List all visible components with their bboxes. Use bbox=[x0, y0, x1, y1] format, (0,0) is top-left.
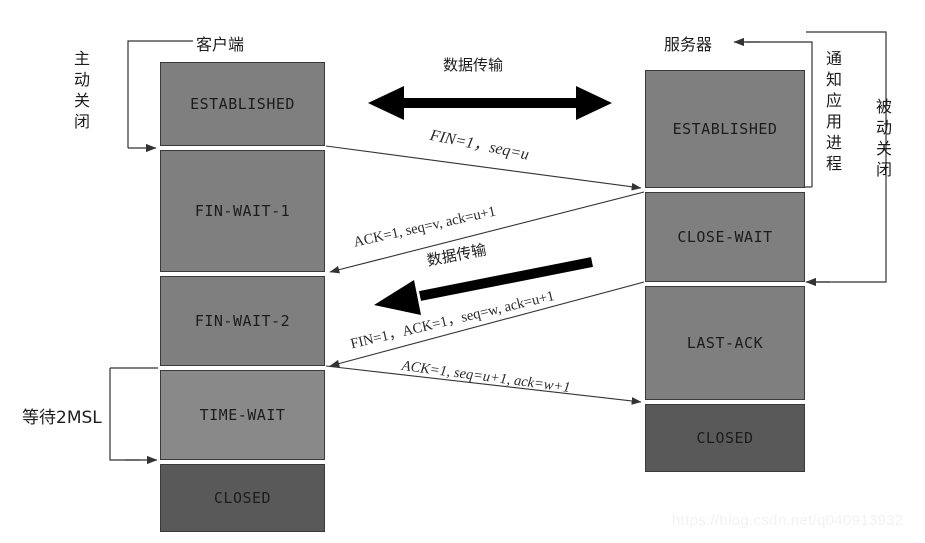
wait-2msl-bracket bbox=[109, 367, 158, 465]
state-box-client-time-wait[interactable]: TIME-WAIT bbox=[160, 370, 325, 460]
state-box-client-closed[interactable]: CLOSED bbox=[160, 464, 325, 532]
wait-2msl-label: 等待2MSL bbox=[22, 408, 102, 428]
client-title: 客户端 bbox=[196, 35, 245, 54]
watermark: https://blog.csdn.net/q040913932 bbox=[672, 512, 904, 529]
tcp-close-diagram: ESTABLISHED FIN-WAIT-1 FIN-WAIT-2 TIME-W… bbox=[0, 0, 925, 543]
active-close-label: 主动关闭 bbox=[73, 49, 90, 131]
state-label: CLOSE-WAIT bbox=[677, 228, 773, 246]
state-label: LAST-ACK bbox=[686, 334, 764, 352]
state-box-client-fin-wait-1[interactable]: FIN-WAIT-1 bbox=[160, 150, 325, 272]
state-label: ESTABLISHED bbox=[672, 120, 778, 138]
server-title: 服务器 bbox=[664, 35, 713, 54]
notify-app-process-label: 通知应用进程 bbox=[825, 49, 842, 173]
state-box-server-closed[interactable]: CLOSED bbox=[645, 404, 805, 472]
state-box-server-close-wait[interactable]: CLOSE-WAIT bbox=[645, 192, 805, 282]
state-box-client-fin-wait-2[interactable]: FIN-WAIT-2 bbox=[160, 276, 325, 366]
data-transfer-label-top: 数据传输 bbox=[443, 56, 504, 74]
passive-close-label: 被动关闭 bbox=[875, 97, 892, 179]
state-box-client-established[interactable]: ESTABLISHED bbox=[160, 62, 325, 146]
state-label: FIN-WAIT-2 bbox=[194, 312, 291, 330]
message-line-fin-ack-seq-w bbox=[329, 281, 645, 368]
state-label: TIME-WAIT bbox=[199, 406, 286, 424]
state-box-server-last-ack[interactable]: LAST-ACK bbox=[645, 286, 805, 400]
state-label: ESTABLISHED bbox=[190, 95, 295, 113]
state-label: CLOSED bbox=[213, 489, 272, 507]
state-label: CLOSED bbox=[696, 429, 754, 447]
state-label: FIN-WAIT-1 bbox=[194, 202, 291, 220]
data-transfer-arrow-bidirectional bbox=[368, 86, 612, 120]
state-box-server-established[interactable]: ESTABLISHED bbox=[645, 70, 805, 188]
